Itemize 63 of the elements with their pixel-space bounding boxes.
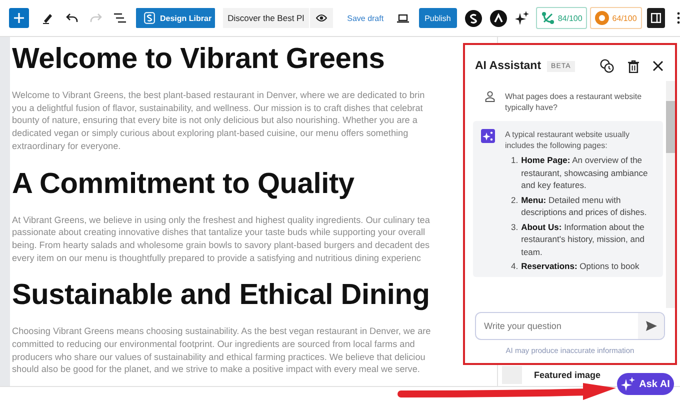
- s-circle-icon[interactable]: [464, 10, 482, 26]
- plus-icon: [14, 13, 24, 23]
- list-item-text: Menu: Detailed menu with descriptions and prices of dishes.: [521, 194, 648, 218]
- save-draft-link[interactable]: Save draft: [347, 14, 384, 22]
- score-icon: [540, 11, 555, 25]
- score-icon: [595, 11, 610, 25]
- eye-icon: [316, 14, 328, 22]
- post-title-field[interactable]: Discover the Best Pl: [222, 8, 310, 28]
- sparkle-icon[interactable]: [514, 11, 529, 25]
- paragraph-text: being. From hearty salads and wholesome grain bowls to savory plant-based burgers and decadent des: [12, 238, 431, 252]
- publish-button[interactable]: Publish: [418, 8, 457, 28]
- ai-sparkle-icon: [481, 129, 495, 143]
- paragraph-text: At Vibrant Greens, we believe in using only the freshest and highest quality ingredients. Our culinary tea: [12, 214, 431, 226]
- heading: Sustainable and Ethical Dining: [12, 279, 431, 312]
- paragraph-text: you a delightful fusion of flavor, sustainability, and wellness. Our mission is to craft dishes that celebrat: [12, 102, 424, 114]
- list-number: 1.: [511, 154, 518, 167]
- undo-icon[interactable]: [66, 12, 78, 24]
- score-badge[interactable]: 84/100: [536, 7, 588, 29]
- paragraph-text: Choosing Vibrant Greens means choosing sustainability. As the best vegan restaurant in Denver, we are: [12, 325, 432, 338]
- s-logo-icon: [144, 12, 155, 24]
- list-item-text: Home Page: An overview of the restaurant, showcasing ambiance and key features.: [521, 154, 649, 192]
- list-number: 3.: [511, 220, 518, 234]
- design-library-button[interactable]: Design Librar: [136, 8, 215, 28]
- a-circle-icon[interactable]: [490, 10, 507, 26]
- preview-button[interactable]: [309, 8, 334, 28]
- list-number: 4.: [511, 260, 518, 272]
- chat-history-icon[interactable]: [600, 59, 614, 73]
- heading: A Commitment to Quality: [12, 168, 356, 200]
- paragraph-text: dedicated vegan or simply curious about exploring plant-based cuisine, our menu offers something: [12, 127, 410, 140]
- list-view-icon[interactable]: [114, 13, 126, 23]
- add-block-button[interactable]: [9, 8, 29, 28]
- list-item-text: About Us: Information about the restaurant's history, mission, and team.: [521, 220, 646, 258]
- heading: Welcome to Vibrant Greens: [12, 43, 386, 75]
- sidebar-icon: [650, 13, 661, 23]
- more-options-icon[interactable]: [676, 12, 680, 24]
- score-badge[interactable]: 64/100: [590, 7, 642, 29]
- paragraph-text: Welcome to Vibrant Greens, the best plant-based restaurant in Denver, where we are dedicated to brin: [12, 89, 426, 102]
- pencil-icon[interactable]: [42, 12, 54, 24]
- sidebar-toggle-button[interactable]: [646, 8, 665, 28]
- paragraph-text: every item on our menu is thoughtfully prepared to provide a satisfying and nutritious dining experienc: [12, 252, 422, 264]
- list-number: 2.: [511, 194, 518, 206]
- paragraph-text: bounty of nature, ensuring that every bite is not only delicious but also nourishing. Whether you are a: [12, 114, 418, 128]
- sparkle-icon: [621, 377, 636, 391]
- list-item-text: Reservations: Options to book: [521, 260, 640, 272]
- redo-icon: [90, 12, 102, 24]
- close-icon[interactable]: [653, 61, 663, 71]
- ask-ai-button[interactable]: Ask AI: [617, 373, 674, 395]
- panel-title: AI Assistant: [475, 60, 542, 72]
- scrollbar-thumb[interactable]: [666, 101, 675, 153]
- paragraph-text: producers who share our values of sustainability and ethical farming practices. We believe that deliciou: [12, 350, 426, 364]
- user-message: What pages does a restaurant website typically have?: [505, 91, 643, 113]
- send-button[interactable]: [638, 313, 664, 339]
- trash-icon[interactable]: [628, 60, 639, 72]
- user-icon: [485, 91, 495, 102]
- image-placeholder: [502, 366, 522, 384]
- paragraph-text: should also be good for the planet, and we strive to make a positive impact with every meal we serve.: [12, 363, 421, 376]
- paragraph-text: committed to reducing our environmental footprint. Our ingredients are sourced from local farms and: [12, 338, 416, 351]
- send-icon: [646, 321, 656, 331]
- paragraph-text: passionate about creating innovative dishes that tantalize your taste buds while supporting your overall: [12, 226, 426, 239]
- paragraph-text: extraordinary for everyone.: [12, 140, 122, 153]
- laptop-icon[interactable]: [396, 14, 409, 22]
- featured-image-label[interactable]: Featured image: [534, 370, 601, 380]
- assistant-message: A typical restaurant website usually includes the following pages:: [505, 129, 631, 151]
